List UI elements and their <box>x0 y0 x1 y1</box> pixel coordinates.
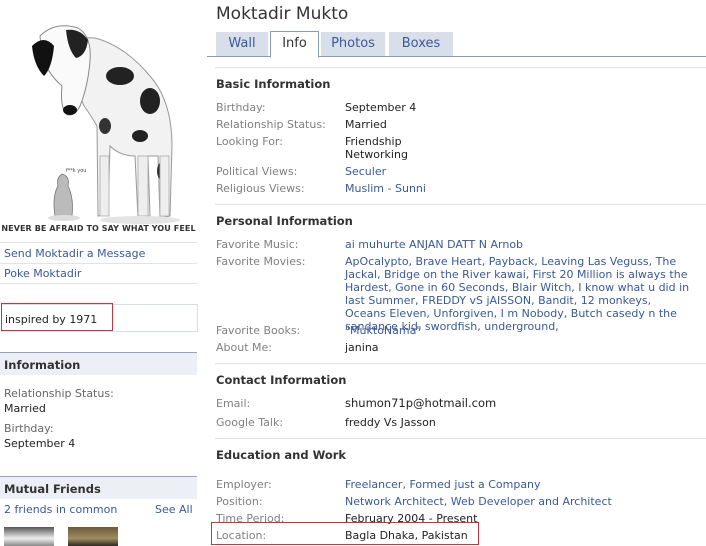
about-value: janina <box>345 341 379 354</box>
gtalk-label: Google Talk: <box>216 416 284 429</box>
tab-wall[interactable]: Wall <box>216 32 268 56</box>
sidebar-birthday-label: Birthday: <box>4 422 54 435</box>
movies-label: Favorite Movies: <box>216 255 306 268</box>
looking-for-label: Looking For: <box>216 135 283 148</box>
mutual-friends-count-link[interactable]: 2 friends in common <box>4 503 117 516</box>
employer-link[interactable]: Freelancer, Formed just a Company <box>345 478 695 491</box>
information-header: Information <box>0 352 197 375</box>
section-divider <box>215 363 706 364</box>
highlight-box-status <box>1 303 113 331</box>
friend-thumbnail[interactable] <box>68 527 118 546</box>
music-label: Favorite Music: <box>216 238 299 251</box>
profile-tabs: Wall Info Photos Boxes <box>207 30 706 58</box>
position-label: Position: <box>216 495 263 508</box>
send-message-link[interactable]: Send Moktadir a Message <box>4 247 145 260</box>
relationship-label: Relationship Status: <box>216 118 326 131</box>
profile-picture[interactable]: f**k you <box>0 6 197 240</box>
personal-info-title: Personal Information <box>216 214 353 228</box>
birthday-label: Birthday: <box>216 101 266 114</box>
basic-info-title: Basic Information <box>216 77 331 91</box>
looking-for-value-1: Friendship <box>345 135 402 148</box>
contact-info-title: Contact Information <box>216 373 347 387</box>
looking-for-value-2: Networking <box>345 148 408 161</box>
sidebar-relationship-label: Relationship Status: <box>4 387 114 400</box>
employer-label: Employer: <box>216 478 272 491</box>
books-link[interactable]: "MuktoNama" <box>345 324 695 337</box>
tab-info[interactable]: Info <box>270 31 319 58</box>
education-title: Education and Work <box>216 448 347 462</box>
highlight-box-location <box>211 522 479 545</box>
position-link[interactable]: Network Architect, Web Developer and Arc… <box>345 495 695 508</box>
section-divider <box>215 204 706 205</box>
picture-caption: f**k you <box>66 168 87 174</box>
mutual-friends-header: Mutual Friends <box>0 476 197 499</box>
friend-thumbnail[interactable] <box>4 527 54 546</box>
great-dane-illustration <box>32 25 180 224</box>
tab-photos[interactable]: Photos <box>321 32 385 56</box>
poke-row[interactable]: Poke Moktadir <box>0 263 197 284</box>
information-title: Information <box>4 358 81 372</box>
sidebar-birthday-value: September 4 <box>4 437 76 450</box>
profile-name: Moktadir Mukto <box>216 4 349 24</box>
picture-motto: NEVER BE AFRAID TO SAY WHAT YOU FEEL <box>1 224 196 233</box>
political-label: Political Views: <box>216 165 298 178</box>
movies-links[interactable]: ApOcalypto, Brave Heart, Payback, Leavin… <box>345 255 690 333</box>
see-all-link[interactable]: See All <box>155 503 193 516</box>
email-label: Email: <box>216 397 251 410</box>
religious-label: Religious Views: <box>216 182 305 195</box>
email-value: shumon71p@hotmail.com <box>345 396 497 410</box>
send-message-row[interactable]: Send Moktadir a Message <box>0 242 197 264</box>
mutual-friends-title: Mutual Friends <box>4 482 101 496</box>
gtalk-value: freddy Vs Jasson <box>345 416 436 429</box>
poke-link[interactable]: Poke Moktadir <box>4 267 81 280</box>
right-column: Moktadir Mukto Wall Info Photos Boxes Ba… <box>207 0 706 546</box>
section-divider <box>215 67 706 68</box>
left-column: f**k you NEVER BE AFRAID TO SAY WHAT YOU… <box>0 0 198 546</box>
sidebar-relationship-value: Married <box>4 402 46 415</box>
religious-link[interactable]: Muslim - Sunni <box>345 182 695 195</box>
section-divider <box>215 438 706 439</box>
relationship-value: Married <box>345 118 387 131</box>
music-link[interactable]: ai muhurte ANJAN DATT N Arnob <box>345 238 695 251</box>
political-link[interactable]: Seculer <box>345 165 695 178</box>
books-label: Favorite Books: <box>216 324 301 337</box>
about-label: About Me: <box>216 341 272 354</box>
tab-boxes[interactable]: Boxes <box>389 32 453 56</box>
birthday-value: September 4 <box>345 101 417 114</box>
